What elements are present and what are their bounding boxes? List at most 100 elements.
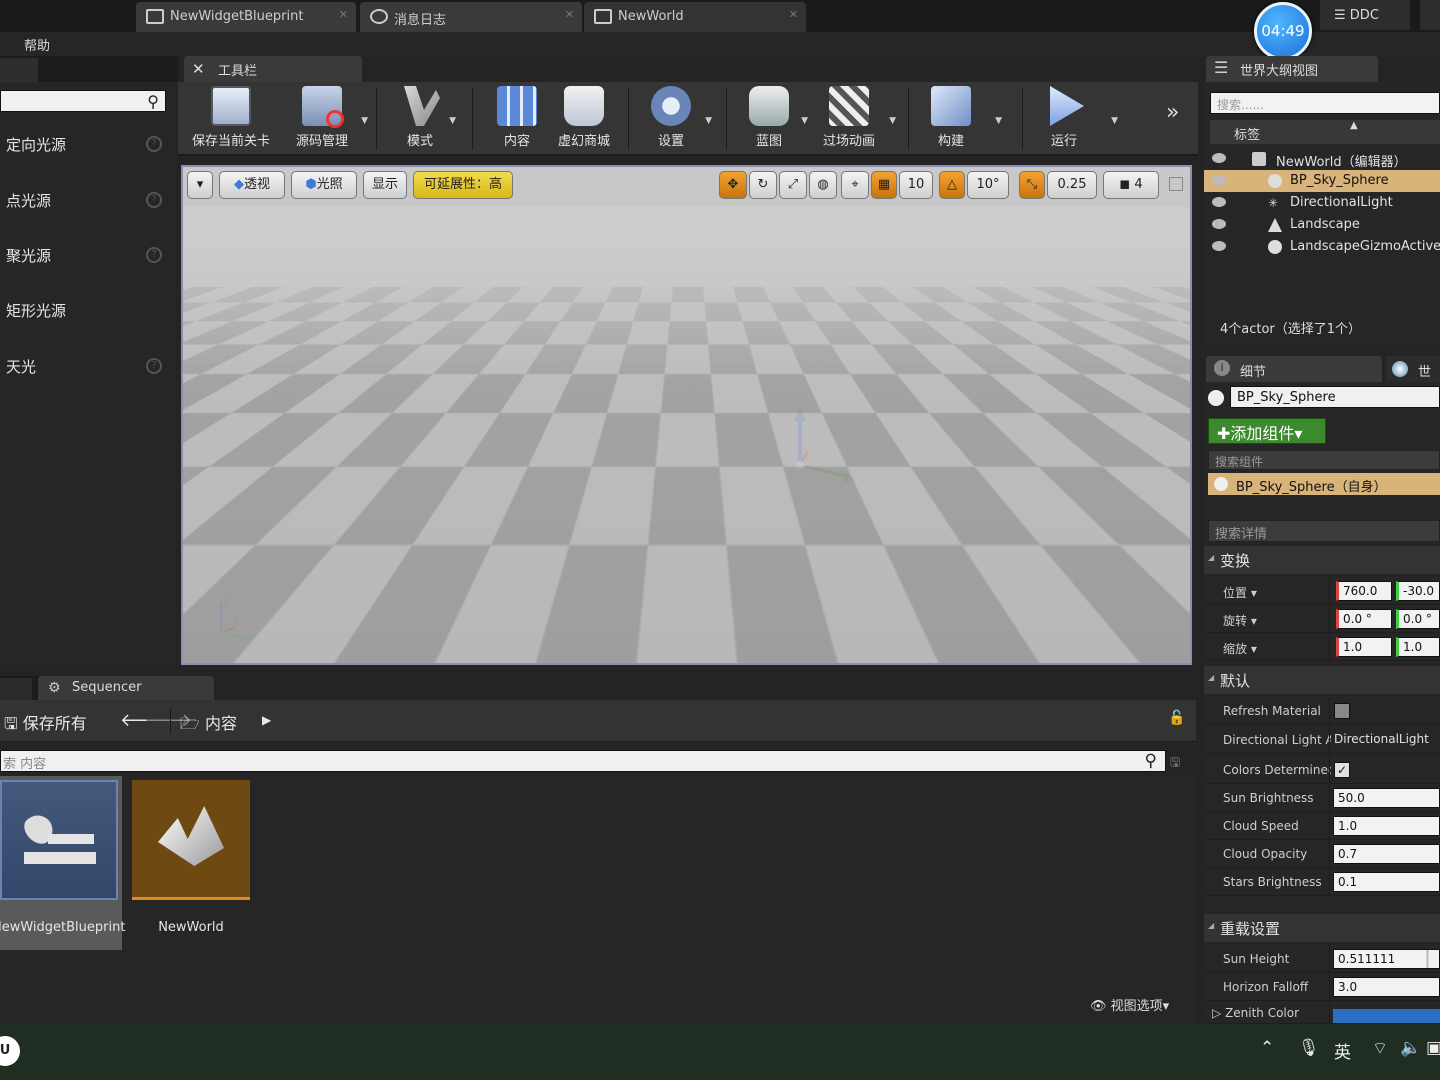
outliner-header-label[interactable]: 标签 ▲ bbox=[1210, 120, 1440, 144]
help-icon[interactable]: ? bbox=[146, 192, 162, 208]
perspective-button[interactable]: ◆透视 bbox=[219, 171, 285, 199]
tab-new-widget-blueprint[interactable]: NewWidgetBlueprint ✕ bbox=[136, 2, 356, 32]
refresh-material-checkbox[interactable] bbox=[1334, 703, 1350, 719]
asset-new-widget-blueprint[interactable]: NewWidgetBlueprint bbox=[0, 776, 125, 950]
directional-light-actor-picker[interactable]: DirectionalLight bbox=[1334, 732, 1429, 746]
lock-icon[interactable]: 🔓 bbox=[1168, 710, 1185, 726]
add-component-button[interactable]: ✚添加组件▾ bbox=[1208, 418, 1326, 444]
settings-button[interactable]: 设置 ▼ bbox=[638, 86, 712, 152]
component-search-input[interactable]: 搜索组件 bbox=[1208, 450, 1440, 470]
marketplace-button[interactable]: 虚幻商城 bbox=[550, 86, 618, 152]
chevron-down-icon[interactable]: ▼ bbox=[1111, 116, 1118, 126]
close-icon[interactable]: ✕ bbox=[339, 8, 348, 21]
rotation-y-field[interactable]: 0.0 ° bbox=[1396, 609, 1440, 629]
chevron-down-icon[interactable]: ▼ bbox=[705, 116, 712, 126]
grid-snap-toggle[interactable]: ▦ bbox=[871, 171, 897, 199]
chevron-up-icon[interactable]: ⌃ bbox=[1260, 1038, 1274, 1058]
sun-height-slider[interactable]: 0.511111 bbox=[1333, 949, 1440, 969]
rotation-snap-toggle[interactable]: △ bbox=[939, 171, 965, 199]
section-default[interactable]: 默认 bbox=[1204, 666, 1440, 694]
visibility-eye-icon[interactable] bbox=[1212, 219, 1226, 229]
chevron-down-icon[interactable]: ▼ bbox=[889, 116, 896, 126]
visibility-eye-icon[interactable] bbox=[1212, 175, 1226, 185]
notification-icon[interactable]: ▣ bbox=[1426, 1038, 1440, 1058]
scale-y-field[interactable]: 1.0 bbox=[1396, 637, 1440, 657]
camera-speed-button[interactable]: ◼ 4 bbox=[1103, 171, 1159, 199]
place-actors-tab[interactable] bbox=[0, 58, 38, 82]
window-control[interactable] bbox=[1420, 0, 1440, 30]
play-button[interactable]: 运行 ▼ bbox=[1030, 86, 1118, 152]
details-search-input[interactable]: 搜索详情 bbox=[1208, 520, 1440, 542]
ddc-button[interactable]: ☰ DDC bbox=[1320, 0, 1410, 30]
rotation-x-field[interactable]: 0.0 ° bbox=[1336, 609, 1392, 629]
microphone-icon[interactable]: 🎙 bbox=[1298, 1038, 1320, 1058]
content-button[interactable]: 内容 bbox=[482, 86, 552, 152]
scale-snap-value[interactable]: 0.25 bbox=[1047, 171, 1097, 199]
blueprints-button[interactable]: 蓝图 ▼ bbox=[736, 86, 808, 152]
scale-snap-toggle[interactable]: ⤡ bbox=[1019, 171, 1045, 199]
actor-spot-light[interactable]: 聚光源? bbox=[0, 235, 170, 275]
expand-arrow-icon[interactable]: ▷ bbox=[1212, 1006, 1225, 1020]
path-content[interactable]: 🗁 内容 bbox=[180, 710, 237, 740]
chevron-down-icon[interactable]: ▼ bbox=[449, 116, 456, 126]
wifi-icon[interactable]: ⌔ bbox=[1372, 1038, 1388, 1059]
menu-help[interactable]: 帮助 bbox=[24, 35, 50, 54]
horizon-falloff-field[interactable]: 3.0 bbox=[1333, 977, 1440, 997]
details-tab[interactable]: i 细节 bbox=[1206, 356, 1382, 382]
build-button[interactable]: 构建 ▼ bbox=[918, 86, 1002, 152]
outliner-search-input[interactable]: 搜索...... bbox=[1210, 92, 1440, 114]
grid-snap-value[interactable]: 10 bbox=[899, 171, 933, 199]
actor-directional-light[interactable]: 定向光源? bbox=[0, 124, 170, 164]
actor-name-field[interactable]: BP_Sky_Sphere bbox=[1230, 386, 1440, 408]
outliner-row-newworld[interactable]: NewWorld（编辑器） bbox=[1204, 148, 1440, 170]
cloud-opacity-field[interactable]: 0.7 bbox=[1333, 844, 1440, 864]
scalability-warning[interactable]: 可延展性：高 bbox=[413, 171, 513, 199]
content-search-input[interactable]: 索 内容 ⚲ bbox=[0, 750, 1166, 772]
prop-label[interactable]: 位置 ▾ bbox=[1223, 584, 1331, 601]
outliner-row-landscape[interactable]: Landscape bbox=[1204, 214, 1440, 236]
content-browser-tab[interactable] bbox=[0, 678, 32, 700]
rotate-mode-button[interactable]: ↻ bbox=[749, 171, 777, 199]
cloud-speed-field[interactable]: 1.0 bbox=[1333, 816, 1440, 836]
level-viewport[interactable]: ▾ ◆透视 ⬢光照 显示 可延展性：高 ✥ ↻ ⤢ ◍ ⌖ ▦ 10 △ 10°… bbox=[181, 165, 1192, 665]
path-chevron-icon[interactable]: ▶ bbox=[262, 713, 271, 727]
world-local-button[interactable]: ◍ bbox=[809, 171, 837, 199]
outliner-row-landscape-gizmo[interactable]: LandscapeGizmoActive bbox=[1204, 236, 1440, 258]
prop-label[interactable]: 缩放 ▾ bbox=[1223, 640, 1331, 657]
save-level-button[interactable]: 保存当前关卡 bbox=[188, 86, 274, 152]
help-icon[interactable]: ? bbox=[146, 136, 162, 152]
close-icon[interactable]: ✕ bbox=[565, 8, 574, 21]
section-transform[interactable]: 变换 bbox=[1204, 546, 1440, 574]
show-button[interactable]: 显示 bbox=[363, 171, 407, 199]
place-actors-search-input[interactable]: ⚲ bbox=[0, 90, 166, 112]
scale-x-field[interactable]: 1.0 bbox=[1336, 637, 1392, 657]
scale-mode-button[interactable]: ⤢ bbox=[779, 171, 807, 199]
maximize-viewport-icon[interactable] bbox=[1169, 177, 1183, 191]
cinematics-button[interactable]: 过场动画 ▼ bbox=[814, 86, 896, 152]
recording-timer[interactable]: 04:49 bbox=[1254, 2, 1312, 60]
ime-indicator[interactable]: 英 bbox=[1334, 1038, 1351, 1063]
viewport-options-button[interactable]: ▾ bbox=[187, 171, 213, 199]
help-icon[interactable]: ? bbox=[146, 247, 162, 263]
location-y-field[interactable]: -30.0 bbox=[1396, 581, 1440, 601]
transform-gizmo[interactable] bbox=[790, 407, 870, 487]
chevron-down-icon[interactable]: ▼ bbox=[995, 116, 1002, 126]
source-control-button[interactable]: 源码管理 ▼ bbox=[286, 86, 368, 152]
chevron-down-icon[interactable]: ▼ bbox=[361, 116, 368, 126]
view-options-button[interactable]: 👁 视图选项▾ bbox=[1090, 995, 1169, 1014]
save-search-icon[interactable]: 🖫 bbox=[1170, 753, 1180, 774]
sequencer-tab[interactable]: ⚙ Sequencer bbox=[38, 676, 214, 700]
lit-button[interactable]: ⬢光照 bbox=[291, 171, 357, 199]
translate-mode-button[interactable]: ✥ bbox=[719, 171, 747, 199]
sun-brightness-field[interactable]: 50.0 bbox=[1333, 788, 1440, 808]
actor-sky-light[interactable]: 天光? bbox=[0, 346, 170, 386]
visibility-eye-icon[interactable] bbox=[1212, 153, 1226, 163]
stars-brightness-field[interactable]: 0.1 bbox=[1333, 872, 1440, 892]
component-self-row[interactable]: BP_Sky_Sphere（自身） bbox=[1208, 473, 1440, 495]
save-all-button[interactable]: 🖫 保存所有 bbox=[4, 710, 87, 740]
visibility-eye-icon[interactable] bbox=[1212, 197, 1226, 207]
zenith-color-swatch[interactable] bbox=[1333, 1009, 1440, 1023]
location-x-field[interactable]: 760.0 bbox=[1336, 581, 1392, 601]
section-override[interactable]: 重载设置 bbox=[1204, 914, 1440, 942]
actor-rect-light[interactable]: 矩形光源 bbox=[0, 290, 170, 330]
